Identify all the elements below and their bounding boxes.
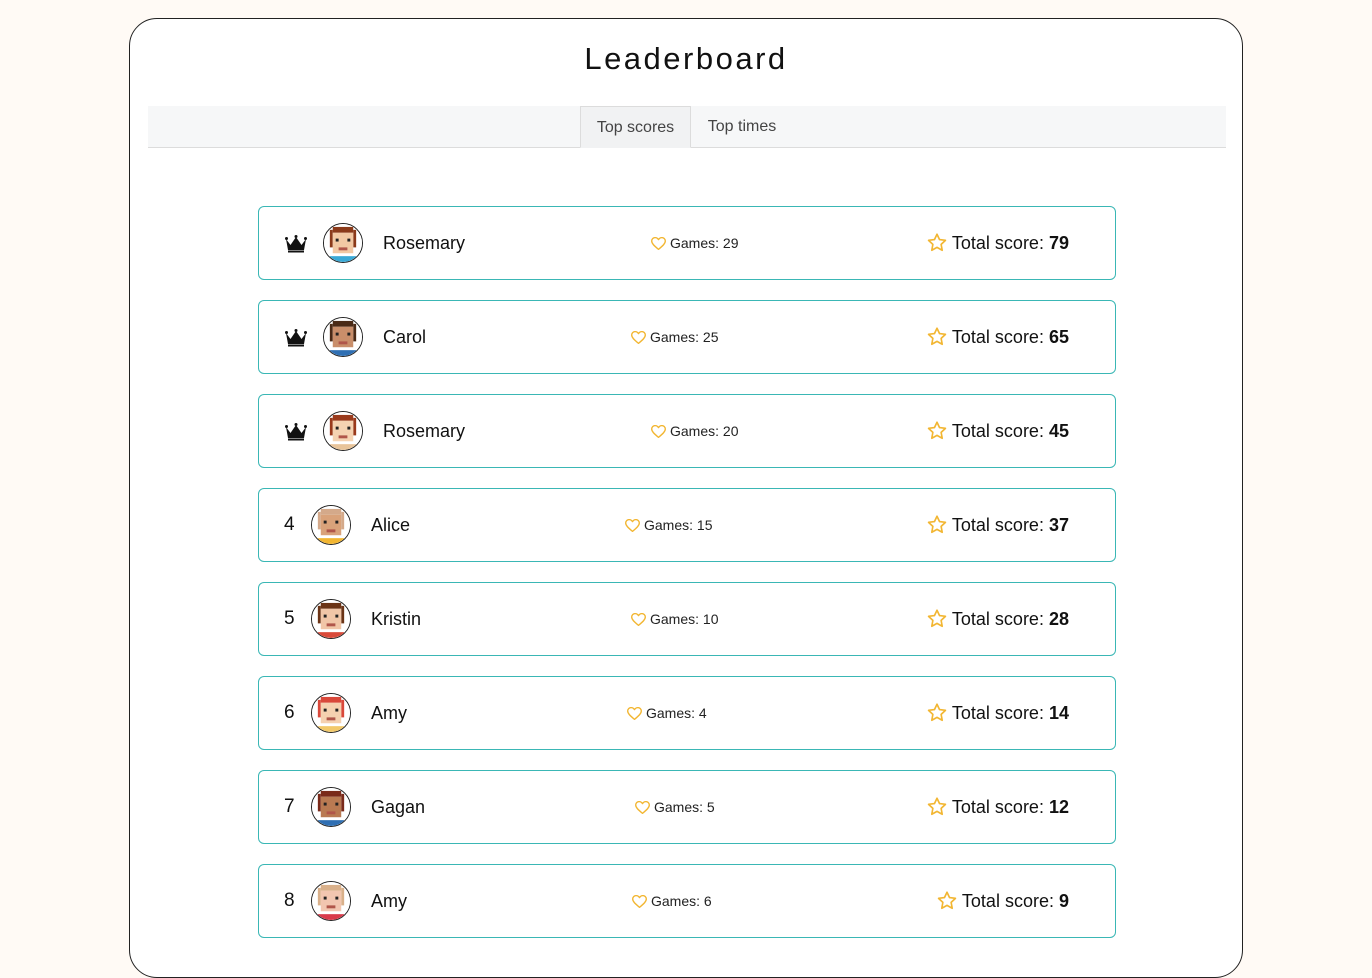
player-name: Rosemary [383, 421, 466, 441]
crown-icon [285, 423, 307, 441]
games-count: Games: 5 [635, 771, 715, 843]
heart-icon [627, 705, 646, 721]
star-icon [937, 891, 962, 911]
total-score: Total score: 65 [927, 301, 1069, 373]
leaderboard-row[interactable]: 6 Amy Games: 4 Total score: 14 [258, 676, 1116, 750]
score-label: Total score: [951, 703, 1044, 723]
rank-number: 8 [284, 890, 295, 911]
total-score: Total score: 79 [927, 207, 1069, 279]
score-value: 65 [1048, 327, 1069, 347]
star-icon [927, 515, 952, 535]
score-label: Total score: [951, 515, 1044, 535]
star-icon [927, 797, 952, 817]
score-label: Total score: [951, 327, 1044, 347]
score-value: 28 [1048, 609, 1069, 629]
games-count: Games: 15 [625, 489, 712, 561]
tab-top-times[interactable]: Top times [691, 106, 793, 148]
rank-number: 5 [284, 608, 295, 629]
games-label: Games: 20 [670, 423, 739, 439]
star-icon [927, 421, 952, 441]
leaderboard-list: Rosemary Games: 29 Total score: 79 Carol Gam… [258, 206, 1116, 958]
player-name: Carol [383, 327, 427, 347]
heart-icon [625, 517, 644, 533]
games-count: Games: 10 [631, 583, 718, 655]
player-name: Amy [371, 703, 407, 723]
heart-icon [632, 893, 651, 909]
heart-icon [631, 329, 650, 345]
avatar [323, 411, 363, 451]
games-count: Games: 25 [631, 301, 718, 373]
heart-icon [631, 611, 650, 627]
crown-icon [285, 329, 307, 347]
score-label: Total score: [951, 421, 1044, 441]
leaderboard-row[interactable]: 5 Kristin Games: 10 Total score: 28 [258, 582, 1116, 656]
score-label: Total score: [951, 797, 1044, 817]
heart-icon [651, 423, 670, 439]
total-score: Total score: 9 [937, 865, 1069, 937]
games-label: Games: 10 [650, 611, 719, 627]
tab-top-scores[interactable]: Top scores [580, 106, 691, 148]
avatar [311, 505, 351, 545]
total-score: Total score: 14 [927, 677, 1069, 749]
games-count: Games: 6 [632, 865, 712, 937]
games-label: Games: 15 [644, 517, 713, 533]
score-value: 9 [1058, 891, 1069, 911]
star-icon [927, 703, 952, 723]
player-name: Gagan [371, 797, 426, 817]
avatar [311, 881, 351, 921]
avatar [323, 317, 363, 357]
rank-number: 7 [284, 796, 295, 817]
star-icon [927, 609, 952, 629]
leaderboard-row[interactable]: 7 Gagan Games: 5 Total score: 12 [258, 770, 1116, 844]
star-icon [927, 327, 952, 347]
rank-number: 6 [284, 702, 295, 723]
score-value: 12 [1048, 797, 1069, 817]
leaderboard-row[interactable]: Rosemary Games: 20 Total score: 45 [258, 394, 1116, 468]
games-count: Games: 4 [627, 677, 707, 749]
total-score: Total score: 37 [927, 489, 1069, 561]
score-label: Total score: [961, 891, 1054, 911]
heart-icon [635, 799, 654, 815]
total-score: Total score: 28 [927, 583, 1069, 655]
player-name: Amy [371, 891, 407, 911]
leaderboard-card: Leaderboard Top scores Top times Rosemar… [129, 18, 1243, 978]
leaderboard-row[interactable]: 4 Alice Games: 15 Total score: 37 [258, 488, 1116, 562]
games-count: Games: 29 [651, 207, 738, 279]
rank-number: 4 [284, 514, 295, 535]
leaderboard-row[interactable]: Carol Games: 25 Total score: 65 [258, 300, 1116, 374]
score-label: Total score: [951, 609, 1044, 629]
score-value: 37 [1048, 515, 1069, 535]
games-label: Games: 29 [670, 235, 739, 251]
tab-bar: Top scores Top times [148, 106, 1226, 148]
leaderboard-row[interactable]: Rosemary Games: 29 Total score: 79 [258, 206, 1116, 280]
score-value: 14 [1048, 703, 1069, 723]
leaderboard-row[interactable]: 8 Amy Games: 6 Total score: 9 [258, 864, 1116, 938]
avatar [323, 223, 363, 263]
player-name: Alice [371, 515, 411, 535]
player-name: Kristin [371, 609, 422, 629]
avatar [311, 599, 351, 639]
games-label: Games: 4 [646, 705, 707, 721]
crown-icon [285, 235, 307, 253]
heart-icon [651, 235, 670, 251]
total-score: Total score: 45 [927, 395, 1069, 467]
games-label: Games: 25 [650, 329, 719, 345]
total-score: Total score: 12 [927, 771, 1069, 843]
games-label: Games: 6 [651, 893, 712, 909]
score-value: 45 [1048, 421, 1069, 441]
page-title: Leaderboard [584, 41, 788, 76]
games-label: Games: 5 [654, 799, 715, 815]
star-icon [927, 233, 952, 253]
score-value: 79 [1048, 233, 1069, 253]
player-name: Rosemary [383, 233, 466, 253]
games-count: Games: 20 [651, 395, 738, 467]
avatar [311, 787, 351, 827]
avatar [311, 693, 351, 733]
score-label: Total score: [951, 233, 1044, 253]
